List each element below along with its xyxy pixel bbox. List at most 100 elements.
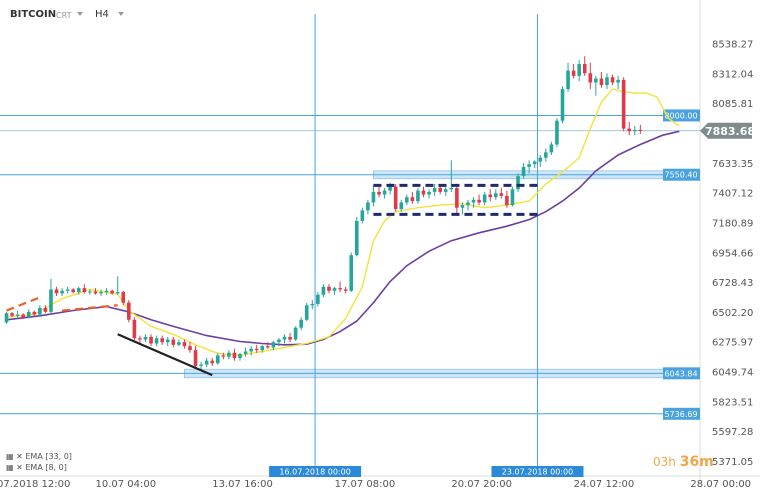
candle-body — [332, 288, 337, 291]
candle-body — [555, 120, 559, 145]
candle-body — [560, 89, 565, 121]
candle-body — [632, 129, 637, 132]
close-icon[interactable]: ✕ — [16, 463, 23, 472]
candle-body — [627, 128, 632, 132]
x-tick-label: 06.07.2018 12:00 — [0, 479, 70, 490]
timeframe-label[interactable]: H4 — [95, 9, 109, 20]
candle-body — [621, 79, 626, 129]
candle-body — [388, 186, 392, 191]
candle-body — [260, 346, 265, 351]
candle-body — [521, 166, 526, 177]
candle-body — [471, 199, 476, 203]
candle-body — [588, 73, 593, 83]
candle-body — [249, 348, 253, 352]
candle-body — [438, 187, 442, 192]
candle-body — [316, 294, 320, 304]
candle-body — [599, 78, 604, 86]
candle-body — [165, 339, 170, 343]
candle-body — [405, 197, 409, 203]
candle-body — [282, 336, 287, 340]
settings-icon[interactable]: ▦ — [6, 452, 14, 461]
y-tick-label: 5597.28 — [712, 427, 753, 438]
candle-body — [38, 307, 42, 315]
candle-body — [455, 187, 459, 208]
candle-body — [243, 351, 248, 355]
candle-body — [343, 289, 348, 291]
candle-body — [76, 288, 81, 293]
price-chart[interactable]: 8538.27 8312.04 8085.81 7633.35 7407.12 7180.… — [0, 0, 760, 499]
candle-body — [4, 313, 9, 323]
candle-body — [421, 190, 426, 195]
candle-body — [199, 364, 203, 366]
candle-body — [293, 327, 298, 340]
trendline[interactable] — [117, 333, 213, 377]
candle-body — [354, 220, 359, 256]
candle-body — [115, 292, 120, 294]
candle-body — [443, 189, 448, 192]
candle-body — [477, 199, 481, 203]
trendline[interactable] — [6, 296, 41, 312]
y-tick-label: 6502.20 — [712, 308, 753, 319]
y-tick-label: 6049.74 — [712, 368, 753, 379]
y-tick-label: 7633.35 — [712, 159, 753, 170]
candle-body — [538, 157, 543, 162]
y-tick-label: 6954.66 — [712, 248, 753, 259]
symbol-label[interactable]: BITCOIN — [10, 9, 56, 20]
candle-body — [99, 292, 103, 294]
candle-body — [149, 336, 153, 344]
candle-body — [254, 348, 259, 351]
y-tick-label: 5371.05 — [712, 457, 753, 468]
candle-body — [482, 194, 487, 203]
candle-body — [544, 152, 548, 158]
candle-body — [610, 77, 615, 83]
legend-label: EMA [8, 0] — [25, 463, 67, 472]
legend-label: EMA [33, 0] — [25, 452, 72, 461]
candle-body — [410, 197, 415, 202]
countdown-hours: 03h — [653, 455, 676, 469]
candle-body — [327, 286, 331, 291]
candle-body — [54, 289, 59, 294]
candle-body — [65, 289, 70, 291]
countdown-minutes: 36m — [679, 454, 714, 470]
candle-body — [110, 290, 114, 294]
candle-body — [516, 176, 520, 190]
candle-body — [488, 194, 493, 198]
candle-body — [288, 336, 292, 340]
candle-body — [26, 311, 31, 318]
x-tick-label: 20.07 20:00 — [451, 479, 512, 490]
candle-body — [154, 338, 159, 344]
candle-body — [582, 64, 587, 74]
instrument-type-label[interactable]: CRT — [56, 11, 71, 20]
candle-body — [10, 313, 14, 316]
candle-body — [549, 144, 554, 153]
type-dropdown-icon[interactable] — [77, 12, 83, 16]
candle-body — [277, 339, 281, 343]
candle-body — [377, 191, 381, 195]
settings-icon[interactable]: ▦ — [6, 463, 14, 472]
candle-body — [449, 187, 454, 190]
candle-body — [638, 129, 643, 131]
ema-8-line — [6, 88, 680, 357]
candle-body — [427, 191, 431, 195]
candle-body — [121, 292, 126, 303]
candle-body — [505, 195, 509, 206]
candle-body — [577, 64, 581, 76]
candle-body — [160, 338, 164, 343]
candle-body — [221, 355, 226, 357]
candle-body — [127, 302, 131, 320]
level-tag-label: 5736.69 — [664, 410, 697, 419]
timeframe-dropdown-icon[interactable] — [118, 12, 124, 16]
candle-body — [371, 191, 376, 203]
legend-item-ema-8[interactable]: ▦ ✕ EMA [8, 0] — [6, 463, 67, 472]
candle-body — [366, 202, 370, 211]
candle-body — [171, 339, 176, 345]
candle-body — [93, 291, 98, 294]
candle-body — [132, 319, 137, 339]
level-tag-label: 7550.40 — [664, 171, 697, 180]
candle-body — [566, 70, 570, 90]
y-tick-label: 6728.43 — [712, 278, 753, 289]
close-icon[interactable]: ✕ — [16, 452, 23, 461]
candle-body — [432, 187, 437, 192]
legend-item-ema-33[interactable]: ▦ ✕ EMA [33, 0] — [6, 452, 72, 461]
y-tick-label: 7407.12 — [712, 189, 753, 200]
